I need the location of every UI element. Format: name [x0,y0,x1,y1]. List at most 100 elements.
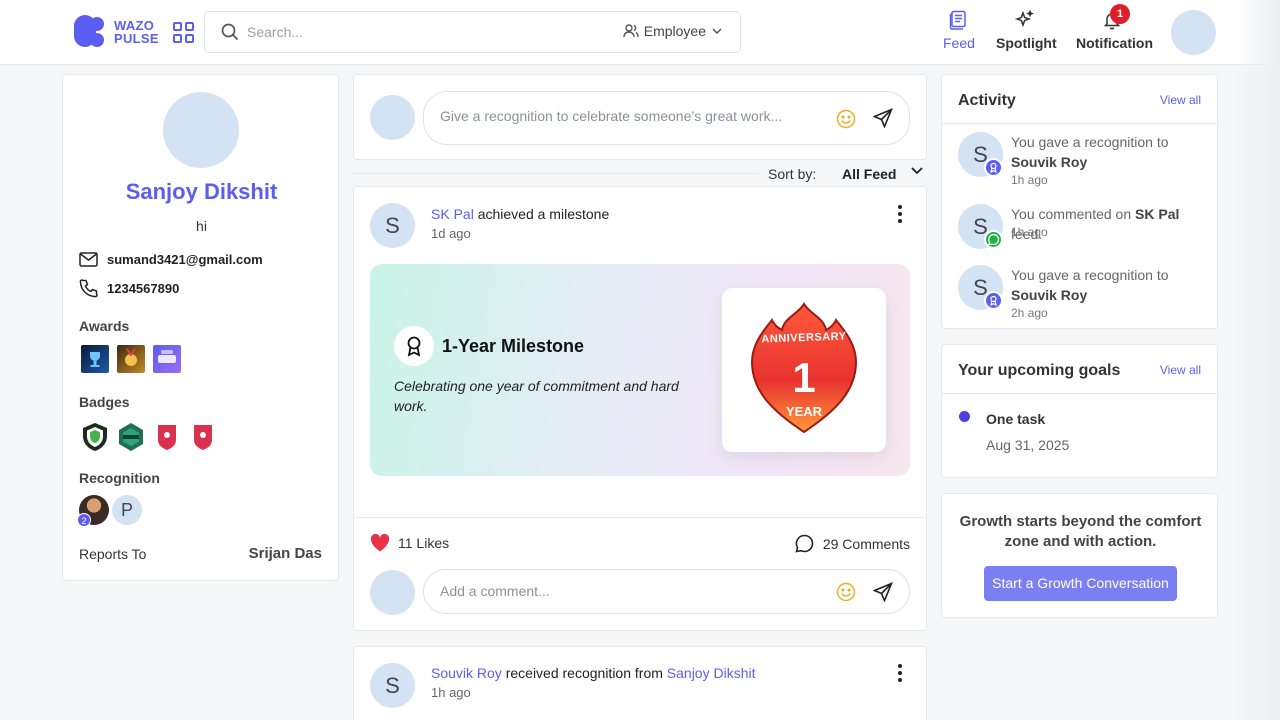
profile-bio: hi [196,218,207,234]
post-author-link[interactable]: SK Pal [431,206,474,222]
comment-avatar [370,570,415,615]
goals-title: Your upcoming goals [958,362,1121,379]
search-icon [221,23,239,41]
phone-icon [79,279,98,298]
recognition-avatar[interactable]: P [112,495,142,525]
logo-award-icon [158,350,176,363]
notification-count-badge: 1 [1110,4,1130,24]
employee-filter-label: Employee [643,23,706,39]
profile-name[interactable]: Sanjoy Dikshit [63,179,340,205]
users-icon [623,24,639,38]
mail-icon [79,252,98,267]
activity-title: Activity [958,92,1016,109]
send-icon[interactable] [873,108,893,128]
recognition-input-placeholder: Give a recognition to celebrate someone’… [440,108,783,124]
app-logo[interactable]: WAZO PULSE [74,15,159,49]
activity-time: 2h ago [1011,306,1048,320]
comment-icon [795,534,814,553]
scroll-shade [1234,0,1280,720]
like-button[interactable]: 11 Likes [370,534,449,552]
profile-email: sumand3421@gmail.com [107,252,263,267]
nav-spotlight[interactable]: Spotlight [996,9,1057,51]
post-target-link[interactable]: Sanjoy Dikshit [667,665,756,681]
post-time: 1h ago [431,685,471,700]
anniversary-badge-number: 1 [792,354,816,401]
badges-heading: Badges [79,394,130,410]
emoji-icon[interactable] [836,109,856,129]
profile-avatar [163,92,239,168]
reports-to-label: Reports To [79,546,147,562]
recognition-composer: Give a recognition to celebrate someone’… [353,74,927,160]
nav-notification-label: Notification [1076,35,1153,51]
reports-to-value[interactable]: Srijan Das [249,545,322,562]
goals-view-all-link[interactable]: View all [1160,363,1201,377]
crimson-badge-icon[interactable] [153,422,181,452]
recognition-input[interactable]: Give a recognition to celebrate someone’… [423,91,910,145]
trophy-icon [90,352,100,367]
goal-name[interactable]: One task [986,411,1045,427]
crimson-badge-icon[interactable] [189,422,217,452]
activity-view-all-link[interactable]: View all [1160,93,1201,107]
feed-icon [949,10,966,30]
growth-card: Growth starts beyond the comfort zone an… [941,493,1218,618]
logo-line-2: PULSE [114,31,159,46]
logo-mark-icon [74,15,108,49]
send-icon[interactable] [873,582,893,602]
hexagon-badge-icon[interactable] [117,422,145,452]
nav-notification[interactable]: 1 Notification [1076,4,1153,51]
sort-select[interactable]: All Feed [842,166,896,182]
post-author-avatar[interactable]: S [370,203,415,248]
comment-icon [984,230,1003,249]
post-author-link[interactable]: Souvik Roy [431,665,502,681]
recognition-icon [984,158,1003,177]
more-options-icon[interactable] [898,664,902,682]
milestone-description: Celebrating one year of commitment and h… [394,378,679,414]
recognition-heading: Recognition [79,470,160,486]
activity-card: Activity View all S You gave a recogniti… [941,74,1218,329]
profile-email-row: sumand3421@gmail.com [79,252,263,267]
chevron-down-icon[interactable] [911,167,923,175]
comments-count: 29 Comments [822,535,910,552]
employee-filter-dropdown[interactable]: Employee [623,23,722,39]
award-thumbnail[interactable] [81,345,109,373]
nav-spotlight-label: Spotlight [996,35,1057,51]
sort-bar: Sort by: All Feed [353,163,927,185]
user-avatar[interactable] [1171,10,1216,55]
start-growth-conversation-button[interactable]: Start a Growth Conversation [984,566,1177,601]
top-bar: WAZO PULSE Search... Employee Feed Spotl… [0,0,1280,65]
activity-text: You gave a recognition to Souvik Roy [1011,134,1169,170]
activity-time: 1h ago [1011,173,1048,187]
award-thumbnail[interactable] [117,345,145,373]
composer-avatar [370,95,415,140]
post-headline: Souvik Roy received recognition from San… [431,665,755,681]
recognition-avatar-photo[interactable]: 2 [77,495,109,527]
likes-count: 11 Likes [398,535,450,551]
ribbon-icon [394,326,434,366]
more-options-icon[interactable] [898,205,902,223]
chevron-down-icon [712,28,722,34]
search-input[interactable]: Search... [247,24,303,40]
apps-grid-icon[interactable] [173,22,194,43]
profile-phone: 1234567890 [107,281,180,296]
post-author-avatar[interactable]: S [370,663,415,708]
shield-badge-icon[interactable] [81,422,109,452]
profile-phone-row: 1234567890 [79,279,179,298]
anniversary-badge-bottom: YEAR [785,404,823,419]
profile-card: Sanjoy Dikshit hi sumand3421@gmail.com 1… [62,74,339,581]
award-thumbnail[interactable] [153,345,181,373]
comments-button[interactable]: 29 Comments [795,534,910,553]
emoji-icon[interactable] [836,582,856,602]
milestone-title: 1-Year Milestone [442,336,585,356]
post-action-text: achieved a milestone [477,206,610,222]
medal-icon [125,348,137,366]
post-time: 1d ago [431,226,471,241]
nav-feed[interactable]: Feed [943,10,975,51]
post-action-text: received recognition from [505,665,663,681]
growth-text: Growth starts beyond the comfort zone an… [959,513,1202,550]
comment-input[interactable]: Add a comment... [423,569,910,614]
anniversary-badge: ANNIVERSARY 1 YEAR [722,288,886,452]
recognition-icon [984,291,1003,310]
goal-status-dot [959,411,970,422]
search-bar[interactable]: Search... Employee [204,11,741,53]
goal-date: Aug 31, 2025 [986,437,1070,453]
